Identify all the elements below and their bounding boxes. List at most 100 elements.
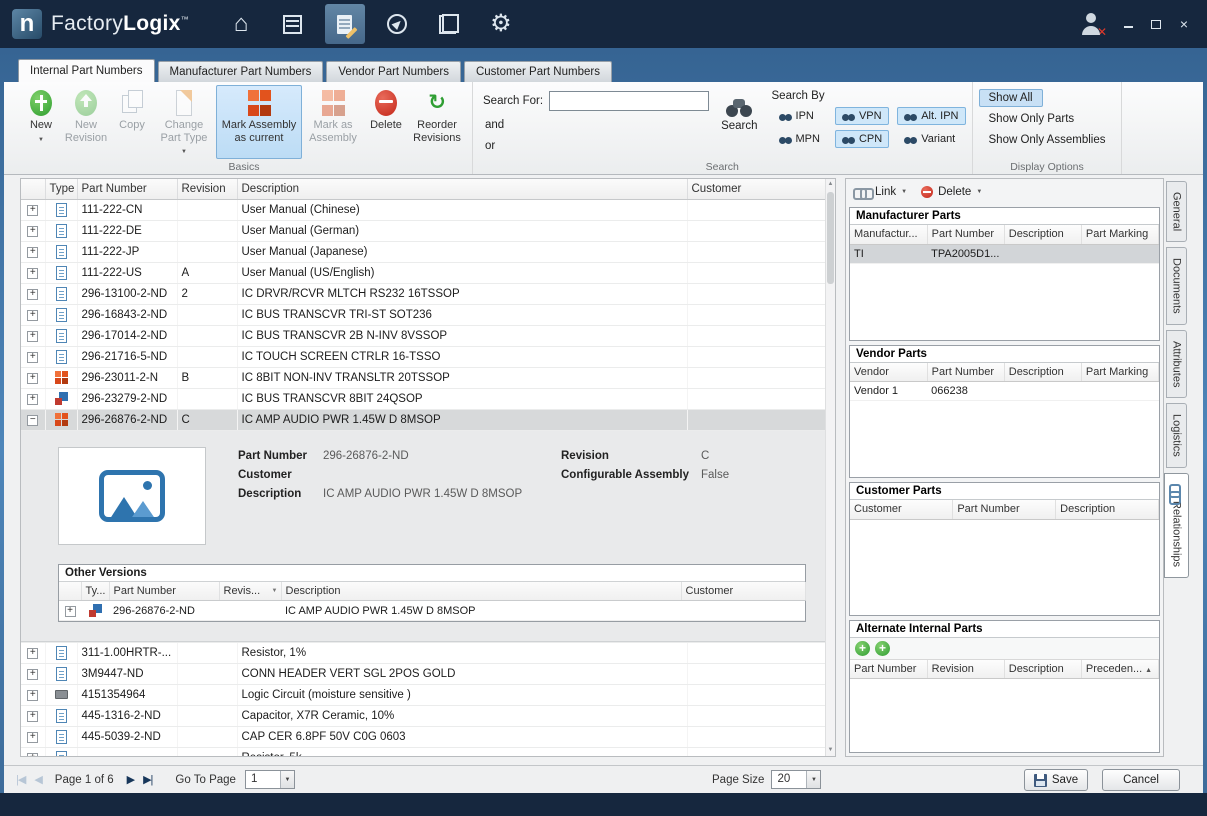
mark-assembly-current-button[interactable]: Mark Assembly as current xyxy=(216,85,302,159)
display-option-button[interactable]: Show All xyxy=(979,89,1043,107)
part-row[interactable]: 445-5039-2-ND CAP CER 6.8PF 50V C0G 0603 xyxy=(21,726,825,747)
description-column-header[interactable]: Description xyxy=(281,582,681,601)
production-nav-button[interactable] xyxy=(273,4,313,44)
search-filter-button[interactable]: Alt. IPN xyxy=(897,107,965,125)
part-row[interactable]: 296-13100-2-ND 2 IC DRVR/RCVR MLTCH RS23… xyxy=(21,283,825,304)
search-filter-button[interactable]: VPN xyxy=(835,107,889,125)
expand-icon[interactable] xyxy=(27,394,38,405)
part-row[interactable]: 296-23011-2-N B IC 8BIT NON-INV TRANSLTR… xyxy=(21,367,825,388)
expand-icon[interactable] xyxy=(27,310,38,321)
manufacturer-part-row[interactable]: TI TPA2005D1... xyxy=(850,244,1159,263)
customer-column-header[interactable]: Customer xyxy=(850,500,953,519)
search-input[interactable] xyxy=(549,91,709,111)
expand-icon[interactable] xyxy=(27,289,38,300)
vendor-part-row[interactable]: Vendor 1 066238 xyxy=(850,382,1159,401)
description-column-header[interactable]: Description xyxy=(1056,500,1159,519)
part-row[interactable]: 296-23279-2-ND IC BUS TRANSCVR 8BIT 24QS… xyxy=(21,388,825,409)
settings-nav-button[interactable]: ⚙ xyxy=(481,4,521,44)
customer-column-header[interactable]: Customer xyxy=(681,582,805,601)
search-filter-button[interactable]: MPN xyxy=(772,130,827,148)
part-row[interactable]: 311-1.00HRTR-... Resistor, 1% xyxy=(21,642,825,663)
add-alternate-part-button[interactable] xyxy=(855,641,870,656)
search-filter-button[interactable]: CPN xyxy=(835,130,889,148)
display-option-button[interactable]: Show Only Assemblies xyxy=(979,131,1116,149)
goto-page-select[interactable]: 1 ▼ xyxy=(245,770,295,789)
new-revision-button[interactable]: New Revision xyxy=(60,85,112,159)
add-alternate-group-button[interactable] xyxy=(875,641,890,656)
part-marking-column-header[interactable]: Part Marking xyxy=(1081,363,1158,382)
side-tab[interactable]: Relationships xyxy=(1164,473,1189,578)
maximize-button[interactable] xyxy=(1149,17,1163,31)
part-number-column-header[interactable]: Part Number xyxy=(109,582,219,601)
search-button[interactable]: Search xyxy=(721,99,757,132)
description-column-header[interactable]: Description xyxy=(1004,363,1081,382)
part-number-column-header[interactable]: Part Number xyxy=(850,660,927,679)
other-version-row[interactable]: 296-26876-2-ND IC AMP AUDIO PWR 1.45W D … xyxy=(59,601,805,621)
scroll-up-icon[interactable]: ▲ xyxy=(826,179,835,190)
scroll-down-icon[interactable]: ▼ xyxy=(826,745,835,756)
navigator-nav-button[interactable] xyxy=(377,4,417,44)
part-row[interactable]: 111-222-DE User Manual (German) xyxy=(21,220,825,241)
main-tab[interactable]: Internal Part Numbers xyxy=(18,59,155,82)
expand-icon[interactable] xyxy=(27,669,38,680)
close-button[interactable]: × xyxy=(1177,17,1191,31)
search-filter-button[interactable]: IPN xyxy=(772,107,821,125)
side-tab[interactable]: General xyxy=(1166,181,1187,242)
search-filter-button[interactable]: Variant xyxy=(897,130,962,148)
reorder-revisions-button[interactable]: ↻ Reorder Revisions xyxy=(408,85,466,159)
part-row[interactable]: 445-1316-2-ND Capacitor, X7R Ceramic, 10… xyxy=(21,705,825,726)
link-button[interactable]: Link ▼ xyxy=(853,186,907,198)
part-number-column-header[interactable]: Part Number xyxy=(927,363,1004,382)
part-number-column-header[interactable]: Part Number xyxy=(953,500,1056,519)
vertical-scrollbar[interactable]: ▲ ▼ xyxy=(825,179,835,756)
description-column-header[interactable]: Description xyxy=(1004,225,1081,244)
last-page-button[interactable]: ▶| xyxy=(143,773,152,786)
expand-icon[interactable] xyxy=(27,226,38,237)
expand-icon[interactable] xyxy=(27,352,38,363)
expand-icon[interactable] xyxy=(27,373,38,384)
type-column-header[interactable]: Type xyxy=(45,179,77,199)
next-page-button[interactable]: ▶ xyxy=(127,773,134,786)
expand-icon[interactable] xyxy=(27,753,38,757)
expand-icon[interactable] xyxy=(27,711,38,722)
part-row[interactable]: 111-222-CN User Manual (Chinese) xyxy=(21,199,825,220)
expand-icon[interactable] xyxy=(27,331,38,342)
first-page-button[interactable]: |◀ xyxy=(16,773,25,786)
part-row[interactable]: 296-17014-2-ND IC BUS TRANSCVR 2B N-INV … xyxy=(21,325,825,346)
part-row[interactable]: 296-26876-2-ND C IC AMP AUDIO PWR 1.45W … xyxy=(21,409,825,430)
part-row[interactable]: 111-222-US A User Manual (US/English) xyxy=(21,262,825,283)
main-tab[interactable]: Manufacturer Part Numbers xyxy=(158,61,324,82)
expand-icon[interactable] xyxy=(27,732,38,743)
manufacturer-column-header[interactable]: Manufactur... xyxy=(850,225,927,244)
delete-button[interactable]: Delete xyxy=(364,85,408,159)
side-tab[interactable]: Documents xyxy=(1166,247,1187,325)
type-column-header[interactable]: Ty... xyxy=(81,582,109,601)
part-row[interactable]: 4151354964 Logic Circuit (moisture sensi… xyxy=(21,684,825,705)
main-tab[interactable]: Vendor Part Numbers xyxy=(326,61,461,82)
save-button[interactable]: Save xyxy=(1024,769,1088,791)
minimize-button[interactable] xyxy=(1121,17,1135,31)
prev-page-button[interactable]: ◀ xyxy=(34,773,41,786)
customer-column-header[interactable]: Customer xyxy=(687,179,825,199)
revision-column-header[interactable]: Revision xyxy=(927,660,1004,679)
part-number-column-header[interactable]: Part Number xyxy=(927,225,1004,244)
home-nav-button[interactable]: ⌂ xyxy=(221,4,261,44)
description-column-header[interactable]: Description xyxy=(237,179,687,199)
new-button[interactable]: New ▼ xyxy=(22,85,60,159)
mark-as-assembly-button[interactable]: Mark as Assembly xyxy=(302,85,364,159)
part-image-placeholder[interactable] xyxy=(58,447,206,545)
part-row[interactable]: 296-21716-5-ND IC TOUCH SCREEN CTRLR 16-… xyxy=(21,346,825,367)
page-size-select[interactable]: 20 ▼ xyxy=(771,770,821,789)
expand-icon[interactable] xyxy=(65,606,76,617)
unlink-delete-button[interactable]: Delete ▼ xyxy=(921,186,982,198)
part-row[interactable]: Resistor, 5k xyxy=(21,747,825,757)
expand-icon[interactable] xyxy=(27,205,38,216)
side-tab[interactable]: Logistics xyxy=(1166,403,1187,468)
description-column-header[interactable]: Description xyxy=(1004,660,1081,679)
copy-button[interactable]: Copy xyxy=(112,85,152,159)
revision-column-header[interactable]: Revision xyxy=(177,179,237,199)
precedence-column-header[interactable]: Preceden...▲ xyxy=(1081,660,1158,679)
expand-icon[interactable] xyxy=(27,268,38,279)
part-number-column-header[interactable]: Part Number xyxy=(77,179,177,199)
main-tab[interactable]: Customer Part Numbers xyxy=(464,61,612,82)
